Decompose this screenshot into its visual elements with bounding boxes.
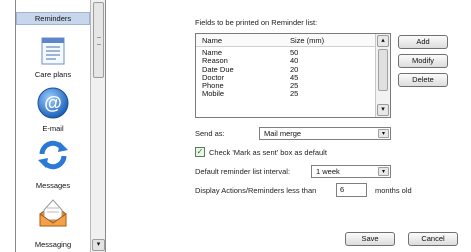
column-header-name[interactable]: Name (202, 36, 222, 45)
scroll-up-arrow-icon[interactable]: ▴ (377, 35, 389, 47)
messaging-icon (39, 199, 67, 227)
checkmark-icon: ✓ (196, 147, 204, 156)
navigation-list: Reminders Care plans @ E-mail Messages M… (16, 0, 90, 252)
nav-item-care-plans[interactable]: Care plans (16, 36, 90, 82)
send-as-value: Mail merge (264, 129, 302, 138)
scroll-down-arrow-icon[interactable]: ▾ (377, 104, 389, 116)
fields-rows: Name 50 Reason 40 Date Due 20 Doctor 45 Phon… (196, 48, 376, 99)
nav-item-label: Messages (35, 181, 71, 190)
column-header-size[interactable]: Size (mm) (290, 36, 324, 45)
send-as-dropdown[interactable]: Mail merge ▾ (259, 127, 391, 140)
field-name: Mobile (202, 89, 225, 99)
chevron-down-icon[interactable]: ▾ (378, 129, 389, 138)
scroll-down-arrow-icon[interactable]: ▾ (92, 239, 105, 251)
fields-list-header: Name Size (mm) (196, 34, 376, 47)
delete-button[interactable]: Delete (398, 73, 448, 87)
list-item[interactable]: Mobile 25 (196, 89, 376, 99)
fields-scrollbar[interactable]: ▴ ▾ (375, 34, 390, 117)
nav-item-label: Reminders (16, 12, 90, 25)
care-plans-icon (41, 37, 65, 65)
nav-item-messages[interactable]: Messages (16, 140, 90, 192)
add-button[interactable]: Add (398, 35, 448, 49)
nav-item-label: Messaging (34, 240, 72, 249)
months-suffix: months old (375, 186, 412, 195)
mark-as-sent-checkbox[interactable]: ✓ (195, 147, 205, 157)
nav-item-label: Care plans (34, 70, 72, 79)
months-input[interactable]: 6 (336, 183, 367, 197)
field-size: 25 (290, 89, 299, 99)
scrollbar-thumb[interactable] (93, 2, 104, 78)
nav-item-email[interactable]: @ E-mail (16, 86, 90, 134)
save-button[interactable]: Save (345, 232, 395, 246)
chevron-down-icon[interactable]: ▾ (378, 167, 389, 176)
nav-item-reminders[interactable]: Reminders (16, 0, 90, 28)
cancel-button[interactable]: Cancel (408, 232, 458, 246)
display-label: Display Actions/Reminders less than (195, 186, 317, 195)
interval-dropdown[interactable]: 1 week ▾ (311, 165, 391, 178)
nav-item-messaging[interactable]: Messaging (16, 196, 90, 252)
mark-as-sent-label[interactable]: Check 'Mark as sent' box as default (209, 148, 327, 157)
email-icon: @ (37, 87, 69, 119)
svg-text:@: @ (44, 93, 62, 113)
interval-label: Default reminder list interval: (195, 167, 291, 176)
messages-icon (38, 140, 68, 170)
navigation-scrollbar[interactable]: ▾ (90, 0, 105, 252)
send-as-label: Send as: (195, 129, 225, 138)
fields-caption: Fields to be printed on Reminder list: (195, 18, 318, 27)
fields-listbox[interactable]: Name Size (mm) Name 50 Reason 40 Date Due 2… (195, 33, 391, 118)
interval-value: 1 week (316, 167, 340, 176)
nav-item-label: E-mail (42, 124, 64, 133)
scrollbar-thumb[interactable] (378, 49, 388, 91)
modify-button[interactable]: Modify (398, 54, 448, 68)
